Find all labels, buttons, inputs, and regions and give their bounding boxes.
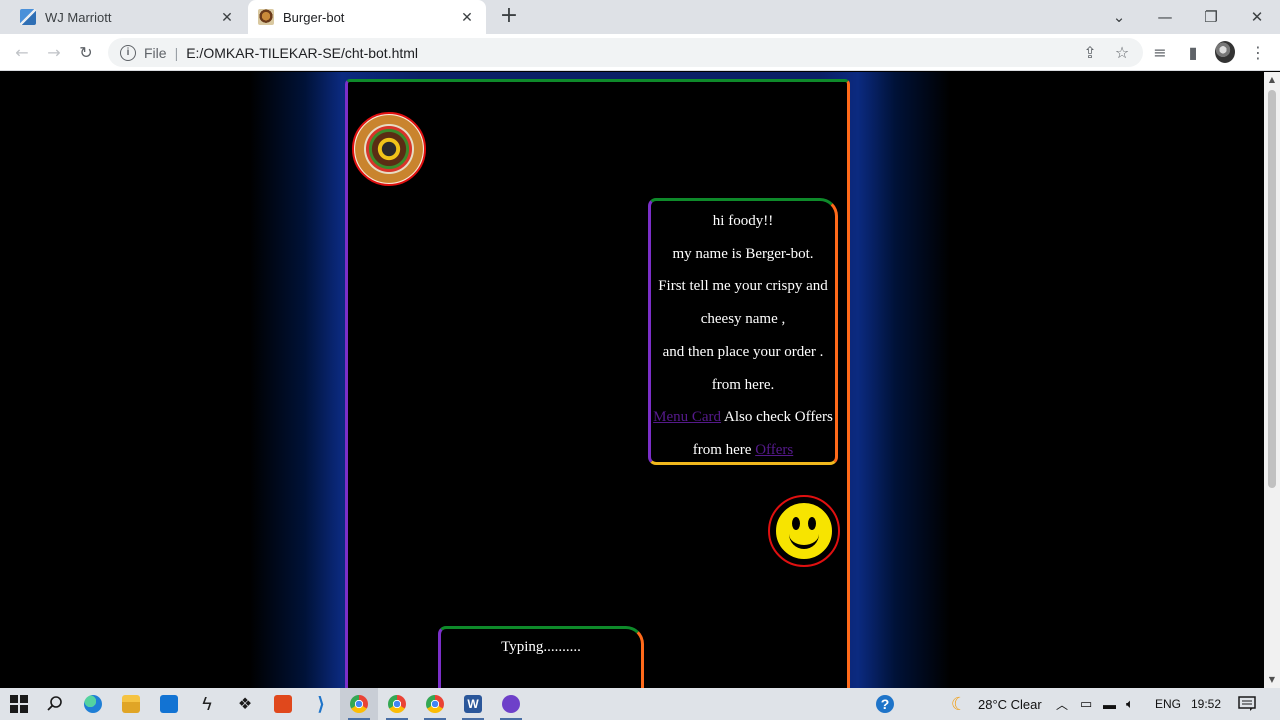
forward-arrow-icon[interactable]: → [44, 42, 64, 62]
tab-wj-marriott[interactable]: WJ Marriott ✕ [10, 0, 246, 34]
show-hidden-icons-chevron-icon[interactable]: ︿ [1056, 688, 1068, 720]
vscode-icon[interactable]: ⟩ [302, 688, 340, 720]
battery-icon[interactable]: ▬ [1103, 688, 1116, 720]
language-indicator[interactable]: ENG [1155, 688, 1181, 720]
tab-strip: WJ Marriott ✕ Burger-bot ✕ + ⌄ — ❐ ✕ [0, 0, 1280, 34]
bot-message-line: and then place your order . [662, 343, 824, 360]
url-scheme: File [144, 44, 167, 61]
start-button[interactable] [0, 688, 38, 720]
offers-link[interactable]: Offers [755, 442, 793, 458]
bot-message-line: my name is Berger-bot. [672, 245, 814, 262]
offers-text: Also check Offers [723, 409, 833, 426]
weather-text[interactable]: 28°C Clear [978, 688, 1042, 720]
browser-toolbar: ← → ↻ i File | E:/OMKAR-TILEKAR-SE/cht-b… [0, 34, 1280, 71]
windows-logo-icon [10, 695, 28, 713]
reload-icon[interactable]: ↻ [76, 42, 96, 62]
menu-card-link[interactable]: Menu Card [653, 409, 721, 425]
github-desktop-icon[interactable] [492, 688, 530, 720]
chrome-profile-icon[interactable] [378, 688, 416, 720]
bot-message-line: cheesy name , [700, 311, 786, 328]
mail-icon[interactable] [150, 688, 188, 720]
bot-message-line: First tell me your crispy and [658, 278, 828, 295]
notifications-icon[interactable] [1238, 688, 1256, 720]
bot-message-links-line: from here Offers [653, 434, 833, 467]
page-viewport: hi foody!! my name is Berger-bot. First … [0, 72, 1264, 688]
back-arrow-icon[interactable]: ← [12, 42, 32, 62]
search-icon[interactable] [36, 688, 74, 720]
close-tab-icon[interactable]: ✕ [218, 8, 236, 26]
lightning-app-icon[interactable]: ϟ [188, 688, 226, 720]
close-window-button[interactable]: ✕ [1234, 0, 1280, 34]
windows-taskbar: ϟ ❖ ⟩ W ? ☾ 28°C Clear ︿ ▭ ▬ 🔈︎ ENG 19:5… [0, 688, 1280, 720]
smiley-mouth [789, 525, 819, 549]
close-tab-icon[interactable]: ✕ [458, 8, 476, 26]
scrollbar-thumb[interactable] [1268, 90, 1276, 488]
user-smiley-avatar [768, 495, 840, 567]
media-queue-icon[interactable]: ≡ [1150, 42, 1170, 62]
scroll-up-arrow-icon[interactable]: ▲ [1264, 72, 1280, 88]
weather-moon-icon: ☾ [950, 693, 968, 714]
bot-message-bubble: hi foody!! my name is Berger-bot. First … [648, 198, 838, 465]
bot-message-links-line: Menu Card Also check Offers [653, 401, 833, 434]
side-panel-icon[interactable]: ▮ [1183, 42, 1203, 62]
restore-button[interactable]: ❐ [1188, 0, 1234, 34]
tab-title: WJ Marriott [45, 9, 112, 25]
bot-message-line: from here. [711, 376, 775, 393]
new-tab-button[interactable]: + [498, 5, 520, 28]
volume-icon[interactable]: 🔈︎ [1126, 688, 1134, 720]
dropbox-icon[interactable]: ❖ [226, 688, 264, 720]
bookmark-star-icon[interactable]: ☆ [1112, 42, 1132, 62]
from-here-text: from here [692, 441, 752, 458]
menu-kebab-icon[interactable]: ⋮ [1248, 42, 1268, 62]
tab-search-chevron-icon[interactable]: ⌄ [1096, 0, 1142, 34]
office-icon[interactable] [264, 688, 302, 720]
share-icon[interactable]: ⇪ [1080, 42, 1100, 62]
page-scrollbar[interactable]: ▲ ▼ [1264, 72, 1280, 688]
address-bar[interactable]: i File | E:/OMKAR-TILEKAR-SE/cht-bot.htm… [108, 38, 1143, 67]
info-icon[interactable]: i [120, 44, 136, 61]
tab-title: Burger-bot [283, 9, 345, 25]
typing-indicator-bubble: Typing.......... [438, 626, 644, 688]
burger-favicon-icon [258, 9, 274, 25]
file-explorer-icon[interactable] [112, 688, 150, 720]
edge-browser-icon[interactable] [74, 688, 112, 720]
chrome-icon[interactable] [340, 688, 378, 720]
chrome-alt-icon[interactable] [416, 688, 454, 720]
site-favicon-icon [20, 9, 36, 25]
network-icon[interactable]: ▭ [1080, 688, 1092, 720]
tab-burger-bot[interactable]: Burger-bot ✕ [248, 0, 486, 34]
url-text[interactable]: E:/OMKAR-TILEKAR-SE/cht-bot.html [186, 45, 418, 61]
minimize-button[interactable]: — [1142, 0, 1188, 34]
smiley-face-icon [774, 501, 834, 561]
url-separator: | [174, 44, 179, 61]
scroll-down-arrow-icon[interactable]: ▼ [1264, 672, 1280, 688]
help-icon[interactable]: ? [866, 688, 904, 720]
word-icon[interactable]: W [454, 688, 492, 720]
bot-message-line: hi foody!! [712, 213, 774, 229]
profile-avatar-icon[interactable] [1215, 41, 1235, 63]
clock-time[interactable]: 19:52 [1191, 688, 1221, 720]
typing-text: Typing.......... [501, 639, 581, 655]
burger-bot-avatar [352, 112, 426, 186]
